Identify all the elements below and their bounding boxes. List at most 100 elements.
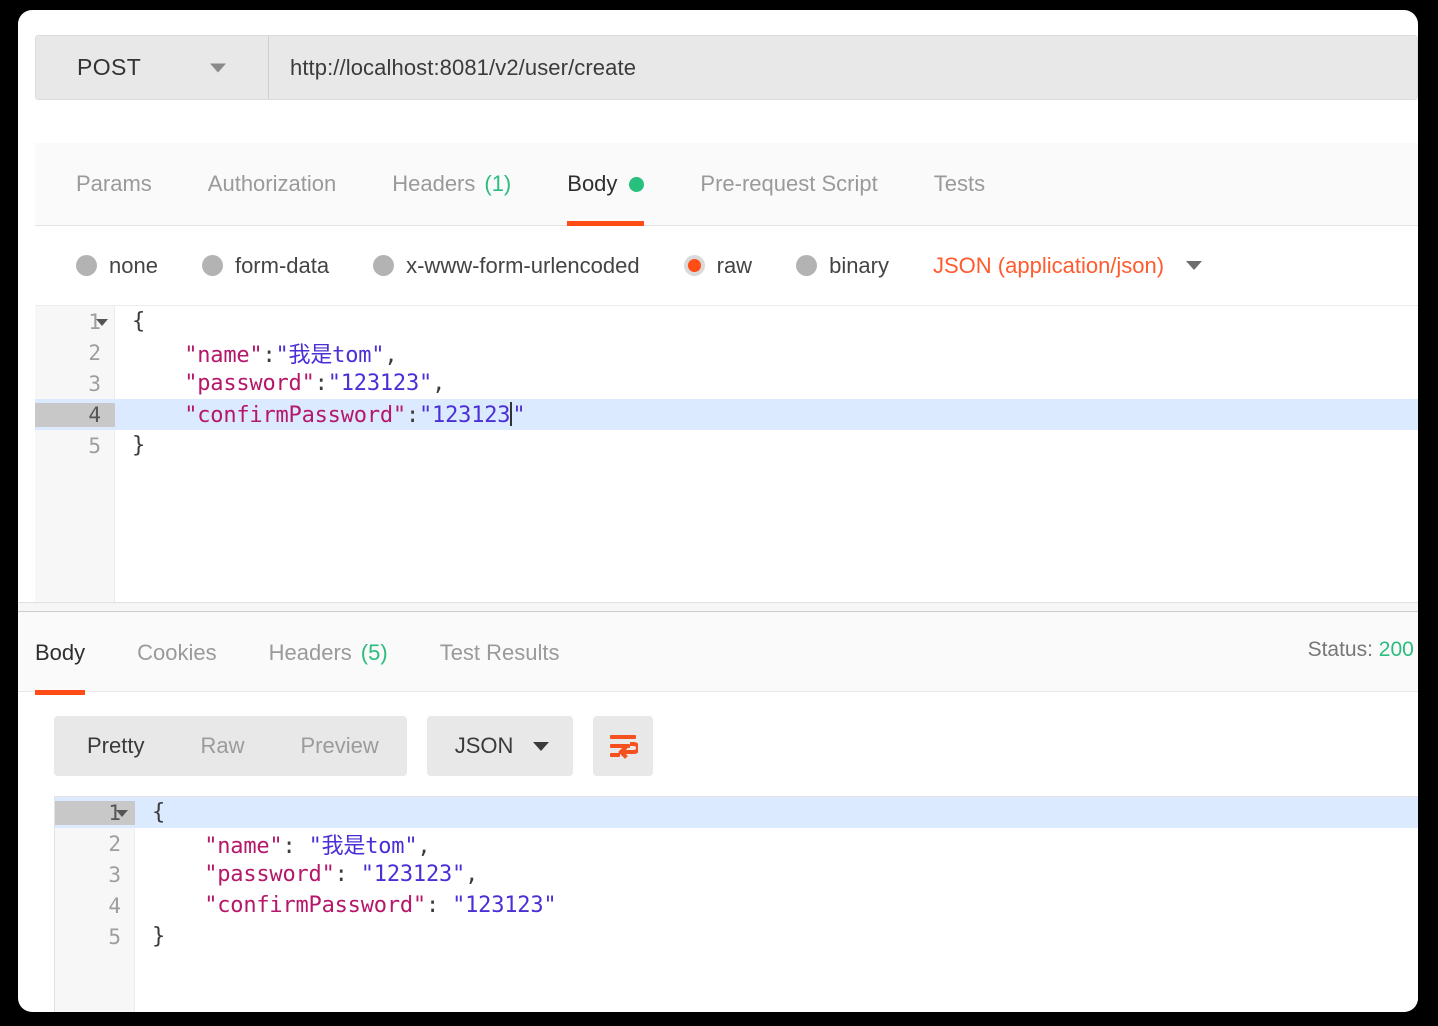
response-tab-body[interactable]: Body — [35, 612, 86, 695]
request-tab-body[interactable]: Body — [567, 143, 645, 226]
tab-label: Body — [567, 171, 618, 196]
line-number: 3 — [88, 371, 101, 396]
body-type-label: raw — [716, 252, 753, 278]
body-type-row: none form-data x-www-form-urlencoded raw bin… — [35, 226, 1418, 305]
line-number: 2 — [88, 340, 101, 365]
view-mode-raw[interactable]: Raw — [172, 716, 272, 776]
response-tabs: Body Cookies Headers (5) Test Results Status… — [18, 612, 1418, 695]
postman-window: POST http://localhost:8081/v2/user/creat… — [18, 10, 1418, 1012]
code-content: "confirmPassword": "123123" — [204, 893, 557, 918]
response-body-editor[interactable]: 1{2 "name": "我是tom", 3 "password": "12312… — [54, 796, 1418, 1012]
chevron-down-icon — [533, 741, 550, 751]
body-present-dot-icon — [629, 176, 645, 192]
code-content: "password": "123123", — [204, 862, 479, 887]
panel-splitter[interactable] — [18, 602, 1418, 612]
tab-label: Params — [76, 171, 152, 196]
url-value: http://localhost:8081/v2/user/create — [290, 54, 637, 80]
line-number: 4 — [35, 402, 115, 427]
response-toolbar: Pretty Raw Preview JSON — [54, 716, 654, 776]
request-tab-headers[interactable]: Headers (1) — [392, 143, 511, 225]
request-body-editor[interactable]: 1{2 "name":"我是tom", 3 "password":"123123"… — [35, 305, 1418, 602]
content-type-label: JSON (application/json) — [933, 252, 1165, 278]
request-tab-tests[interactable]: Tests — [934, 143, 985, 225]
body-type-label: binary — [829, 252, 889, 278]
code-line: 5} — [55, 921, 1418, 952]
code-content: "password":"123123", — [184, 371, 446, 396]
tab-label: Cookies — [137, 640, 217, 665]
body-type-x-www-form-urlencoded[interactable]: x-www-form-urlencoded — [373, 253, 640, 279]
code-content: } — [152, 924, 166, 949]
view-mode-preview[interactable]: Preview — [272, 716, 406, 776]
view-mode-pretty[interactable]: Pretty — [54, 716, 172, 776]
code-fold-icon[interactable] — [116, 810, 128, 817]
line-number: 4 — [108, 893, 121, 918]
code-content: } — [132, 433, 146, 458]
word-wrap-button[interactable] — [593, 716, 654, 776]
radio-button-icon[interactable] — [373, 255, 395, 276]
response-tab-test-results[interactable]: Test Results — [440, 612, 560, 694]
word-wrap-icon — [610, 735, 639, 759]
body-type-form-data[interactable]: form-data — [201, 252, 330, 279]
tab-count: (1) — [484, 171, 512, 196]
chevron-down-icon — [210, 63, 226, 72]
response-format-label: JSON — [454, 733, 514, 758]
code-content: { — [132, 309, 146, 334]
code-content: "confirmPassword":"123123" — [184, 401, 526, 428]
code-content: { — [152, 800, 166, 825]
status-badge: Status: 200 O — [1308, 638, 1418, 662]
tab-label: Headers — [392, 171, 476, 196]
code-line: 3 "password": "123123", — [55, 859, 1418, 890]
code-line: 1{ — [35, 306, 1418, 337]
request-tab-params[interactable]: Params — [76, 143, 152, 225]
radio-button-icon[interactable] — [683, 255, 705, 276]
line-number: 2 — [108, 831, 121, 856]
code-line: 4 "confirmPassword":"123123" — [35, 399, 1418, 430]
body-type-label: form-data — [234, 252, 330, 278]
response-view-mode-group: Pretty Raw Preview — [54, 716, 407, 776]
status-value: 200 O — [1378, 638, 1418, 661]
body-type-raw[interactable]: raw — [683, 252, 753, 279]
code-content: "name":"我是tom", — [184, 342, 398, 368]
code-line: 3 "password":"123123", — [35, 368, 1418, 399]
request-url-bar: POST http://localhost:8081/v2/user/creat… — [35, 35, 1418, 100]
code-line: 1{ — [55, 797, 1418, 828]
response-format-dropdown[interactable]: JSON — [426, 716, 574, 776]
response-tab-cookies[interactable]: Cookies — [137, 612, 216, 694]
code-content: "name": "我是tom", — [204, 833, 431, 859]
http-method-label: POST — [77, 54, 142, 80]
body-type-none[interactable]: none — [76, 253, 158, 279]
tab-label: Body — [35, 640, 86, 665]
body-type-binary[interactable]: binary — [796, 253, 889, 279]
tab-label: Pre-request Script — [700, 171, 878, 196]
chevron-down-icon — [1186, 261, 1203, 270]
code-line: 4 "confirmPassword": "123123" — [55, 890, 1418, 921]
http-method-selector[interactable]: POST — [36, 36, 269, 99]
code-line: 2 "name": "我是tom", — [55, 828, 1418, 859]
active-tab-underline — [35, 690, 86, 695]
request-tab-pre-request-script[interactable]: Pre-request Script — [700, 143, 877, 225]
body-type-label: none — [109, 252, 158, 278]
code-line: 5} — [35, 430, 1418, 461]
line-number: 5 — [108, 924, 121, 949]
line-number: 5 — [88, 433, 101, 458]
tab-label: Headers — [268, 640, 352, 665]
response-code-rows: 1{2 "name": "我是tom", 3 "password": "12312… — [55, 797, 1418, 952]
request-tab-authorization[interactable]: Authorization — [208, 143, 336, 225]
code-fold-icon[interactable] — [96, 319, 108, 326]
radio-button-icon[interactable] — [796, 255, 818, 276]
tab-label: Authorization — [207, 171, 337, 196]
content-type-dropdown[interactable]: JSON (application/json) — [933, 252, 1203, 279]
body-type-label: x-www-form-urlencoded — [406, 252, 640, 278]
request-code-rows: 1{2 "name":"我是tom", 3 "password":"123123"… — [35, 306, 1418, 461]
status-label: Status: — [1307, 638, 1373, 661]
response-tab-headers[interactable]: Headers (5) — [269, 612, 388, 694]
tab-label: Tests — [933, 171, 986, 196]
line-number: 3 — [108, 862, 121, 887]
radio-button-icon[interactable] — [76, 255, 97, 276]
code-line: 2 "name":"我是tom", — [35, 337, 1418, 368]
tab-label: Test Results — [439, 640, 560, 665]
url-input[interactable]: http://localhost:8081/v2/user/create — [269, 36, 1417, 99]
tab-count: (5) — [360, 640, 388, 665]
request-tabs: Params Authorization Headers (1) Body Pre-req… — [35, 143, 1418, 226]
radio-button-icon[interactable] — [201, 255, 223, 276]
